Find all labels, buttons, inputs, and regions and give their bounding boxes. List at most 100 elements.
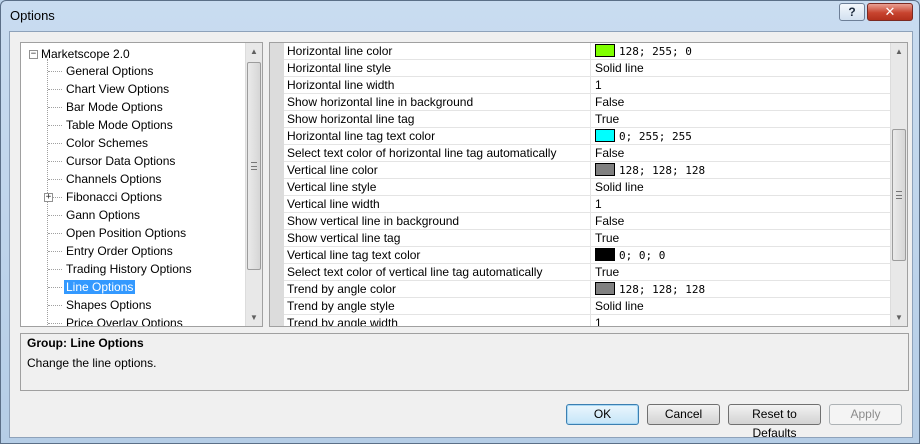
property-value-cell[interactable]: 128; 255; 0: [592, 43, 892, 60]
property-row[interactable]: Show horizontal line in background False: [284, 94, 892, 111]
title-bar[interactable]: Options ? ✕: [1, 1, 919, 31]
tree-item[interactable]: Cursor Data Options: [48, 153, 177, 170]
tree-item-label: Bar Mode Options: [66, 100, 163, 114]
property-row[interactable]: Show vertical line in background False: [284, 213, 892, 230]
property-value-cell[interactable]: Solid line: [592, 298, 892, 315]
tree-item[interactable]: Trading History Options: [48, 261, 194, 278]
tree-item[interactable]: Gann Options: [48, 207, 142, 224]
tree-item-label: Fibonacci Options: [66, 190, 163, 204]
cancel-button[interactable]: Cancel: [647, 404, 720, 425]
property-grid[interactable]: Horizontal line color 128; 255; 0 Horizont…: [269, 42, 908, 327]
property-value-cell[interactable]: 1: [592, 196, 892, 213]
property-value-cell[interactable]: False: [592, 145, 892, 162]
property-scroll-thumb[interactable]: [892, 129, 906, 261]
color-swatch[interactable]: [595, 282, 615, 296]
tree-branch-line: [48, 161, 62, 163]
tree-item-label: Table Mode Options: [66, 118, 173, 132]
tree-root-node[interactable]: − Marketscope 2.0: [29, 46, 130, 62]
property-row[interactable]: Show horizontal line tag True: [284, 111, 892, 128]
tree-branch-line: [48, 179, 62, 181]
scroll-up-icon[interactable]: ▲: [891, 43, 907, 60]
tree-branch-line: [48, 89, 62, 91]
close-button[interactable]: ✕: [867, 3, 913, 21]
tree-item[interactable]: Table Mode Options: [48, 117, 175, 134]
property-value-cell[interactable]: 128; 128; 128: [592, 162, 892, 179]
property-value-cell[interactable]: Solid line: [592, 60, 892, 77]
tree-item-label: Shapes Options: [66, 298, 152, 312]
property-value-cell[interactable]: 0; 255; 255: [592, 128, 892, 145]
property-row[interactable]: Vertical line tag text color 0; 0; 0: [284, 247, 892, 264]
tree-item[interactable]: Shapes Options: [48, 297, 153, 314]
property-row[interactable]: Trend by angle color 128; 128; 128: [284, 281, 892, 298]
property-name: Trend by angle color: [284, 281, 591, 298]
tree-scroll-thumb[interactable]: [247, 62, 261, 270]
color-swatch[interactable]: [595, 163, 615, 177]
property-row[interactable]: Select text color of horizontal line tag…: [284, 145, 892, 162]
property-row[interactable]: Trend by angle width 1: [284, 315, 892, 326]
expand-icon[interactable]: +: [44, 193, 53, 202]
property-row[interactable]: Select text color of vertical line tag a…: [284, 264, 892, 281]
property-value-cell[interactable]: False: [592, 213, 892, 230]
property-value: 128; 128; 128: [619, 283, 706, 296]
ok-button[interactable]: OK: [566, 404, 639, 425]
property-value-cell[interactable]: 1: [592, 77, 892, 94]
grip-icon: [896, 191, 902, 199]
tree-item[interactable]: Line Options: [48, 279, 136, 296]
property-value: Solid line: [595, 61, 644, 75]
property-name: Horizontal line color: [284, 43, 591, 60]
property-value: False: [595, 95, 625, 109]
tree-item[interactable]: Price Overlay Options: [48, 315, 185, 326]
tree-item[interactable]: + Fibonacci Options: [44, 189, 164, 206]
tree-item-label: Chart View Options: [66, 82, 170, 96]
property-value-cell[interactable]: 128; 128; 128: [592, 281, 892, 298]
property-value-cell[interactable]: True: [592, 230, 892, 247]
color-swatch[interactable]: [595, 44, 615, 58]
property-row[interactable]: Horizontal line tag text color 0; 255; 25…: [284, 128, 892, 145]
scroll-up-icon[interactable]: ▲: [246, 43, 262, 60]
property-value-cell[interactable]: 0; 0; 0: [592, 247, 892, 264]
tree-branch-line: [48, 305, 62, 307]
property-value-cell[interactable]: 1: [592, 315, 892, 326]
tree-item[interactable]: Chart View Options: [48, 81, 171, 98]
tree-item-label: Open Position Options: [66, 226, 187, 240]
tree-branch-line: [48, 107, 62, 109]
color-swatch[interactable]: [595, 248, 615, 262]
help-button[interactable]: ?: [839, 3, 865, 21]
property-row[interactable]: Vertical line width 1: [284, 196, 892, 213]
property-value-cell[interactable]: Solid line: [592, 179, 892, 196]
property-value-cell[interactable]: False: [592, 94, 892, 111]
property-grid-scrollbar[interactable]: ▲ ▼: [890, 43, 907, 326]
property-value: 1: [595, 197, 602, 211]
tree-item-label: Channels Options: [66, 172, 162, 186]
tree-item[interactable]: Entry Order Options: [48, 243, 175, 260]
property-row[interactable]: Trend by angle style Solid line: [284, 298, 892, 315]
property-value-cell[interactable]: True: [592, 111, 892, 128]
tree-item-label: Price Overlay Options: [66, 316, 183, 326]
tree-item[interactable]: Open Position Options: [48, 225, 188, 242]
property-value-cell[interactable]: True: [592, 264, 892, 281]
tree-branch-line: [48, 287, 62, 289]
tree-item[interactable]: Bar Mode Options: [48, 99, 165, 116]
reset-to-defaults-button[interactable]: Reset to Defaults: [728, 404, 821, 440]
property-row[interactable]: Horizontal line color 128; 255; 0: [284, 43, 892, 60]
grip-icon: [251, 162, 257, 170]
tree-scrollbar[interactable]: ▲ ▼: [245, 43, 262, 326]
options-tree[interactable]: − Marketscope 2.0 General Options Chart Vi…: [20, 42, 263, 327]
scroll-down-icon[interactable]: ▼: [246, 309, 262, 326]
property-row[interactable]: Vertical line color 128; 128; 128: [284, 162, 892, 179]
apply-button[interactable]: Apply: [829, 404, 902, 425]
property-row[interactable]: Show vertical line tag True: [284, 230, 892, 247]
property-row[interactable]: Horizontal line style Solid line: [284, 60, 892, 77]
property-name: Select text color of horizontal line tag…: [284, 145, 591, 162]
scroll-down-icon[interactable]: ▼: [891, 309, 907, 326]
collapse-icon[interactable]: −: [29, 50, 38, 60]
color-swatch[interactable]: [595, 129, 615, 143]
tree-item[interactable]: General Options: [48, 63, 155, 80]
tree-item[interactable]: Channels Options: [48, 171, 163, 188]
property-grid-content: Horizontal line color 128; 255; 0 Horizont…: [270, 43, 892, 326]
property-row[interactable]: Vertical line style Solid line: [284, 179, 892, 196]
property-value: 0; 0; 0: [619, 249, 666, 262]
tree-item-label: Color Schemes: [66, 136, 149, 150]
tree-item[interactable]: Color Schemes: [48, 135, 150, 152]
property-row[interactable]: Horizontal line width 1: [284, 77, 892, 94]
